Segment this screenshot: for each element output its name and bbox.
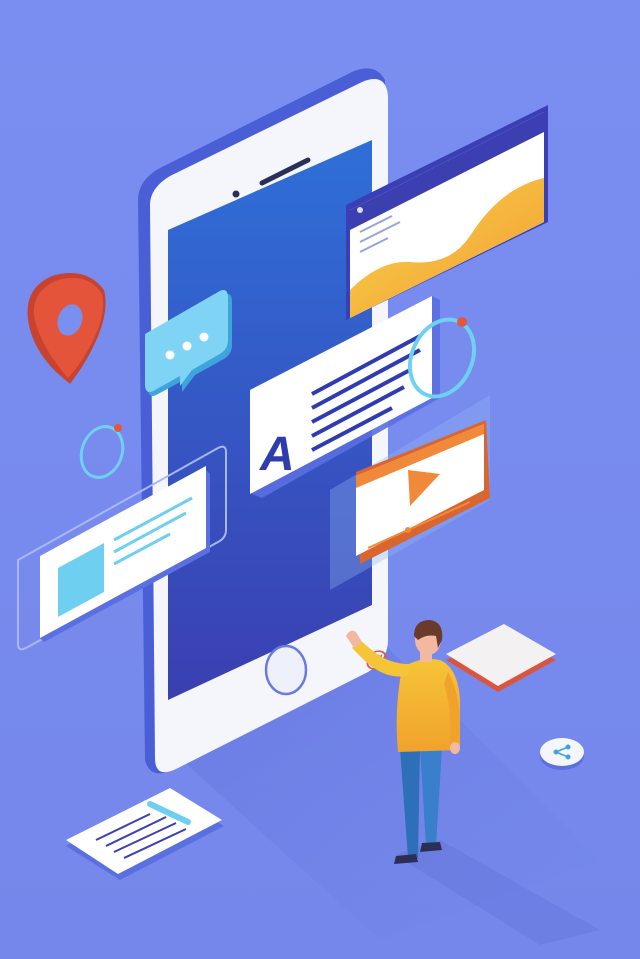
- share-icon: [540, 738, 584, 770]
- front-camera: [232, 190, 240, 198]
- home-button: [264, 644, 308, 696]
- letter-a-glyph: A: [259, 428, 295, 481]
- smartphone-app-illustration: A: [0, 0, 640, 959]
